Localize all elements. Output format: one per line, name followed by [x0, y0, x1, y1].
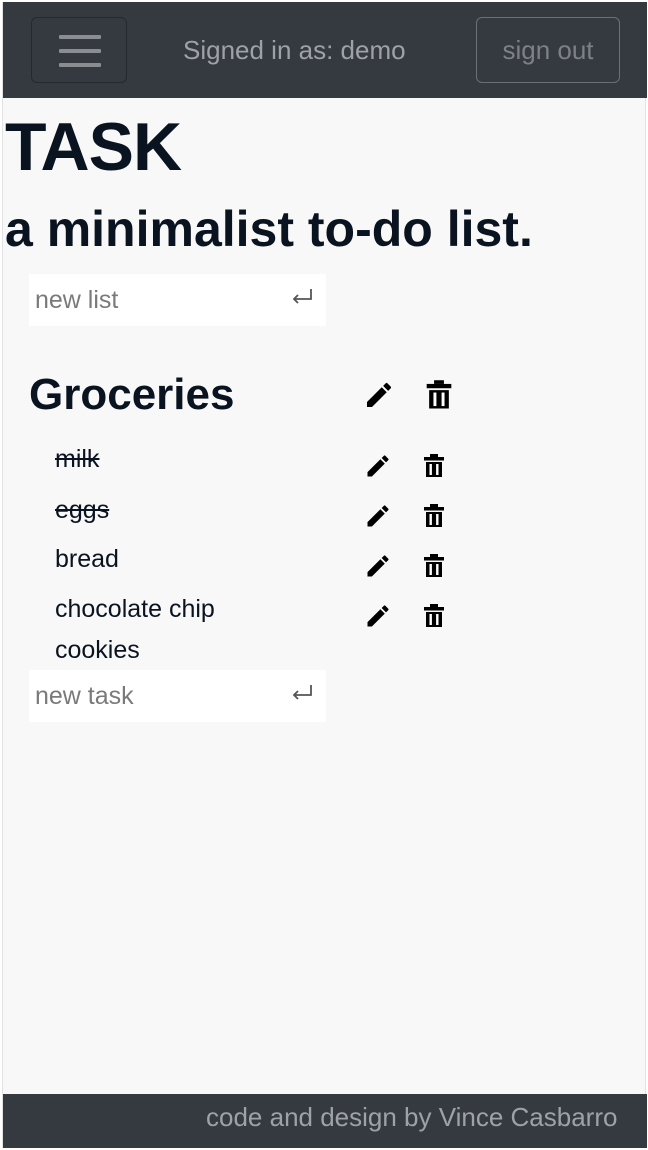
edit-task-pencil-icon[interactable] — [364, 502, 392, 530]
task-item[interactable]: bread — [55, 539, 119, 580]
enter-icon[interactable] — [290, 682, 314, 706]
new-list-input[interactable] — [29, 274, 289, 326]
page-title: TASK — [5, 109, 182, 185]
delete-list-trash-icon[interactable] — [424, 379, 454, 411]
hamburger-icon — [59, 35, 101, 39]
task-item[interactable]: eggs — [55, 490, 109, 531]
hamburger-icon — [59, 63, 101, 67]
footer-credit: code and design by Vince Casbarro — [206, 1102, 618, 1132]
signed-in-label: Signed in as: demo — [183, 35, 406, 65]
top-navbar: Signed in as: demo sign out — [3, 2, 647, 98]
task-item[interactable]: chocolate chip cookies — [55, 589, 285, 671]
enter-icon[interactable] — [290, 286, 314, 310]
new-task-input[interactable] — [29, 670, 289, 722]
new-list-field — [29, 274, 326, 326]
edit-list-pencil-icon[interactable] — [363, 379, 395, 411]
task-item[interactable]: milk — [55, 439, 99, 480]
edit-task-pencil-icon[interactable] — [364, 552, 392, 580]
delete-task-trash-icon[interactable] — [422, 452, 446, 480]
delete-task-trash-icon[interactable] — [422, 602, 446, 630]
edit-task-pencil-icon[interactable] — [364, 602, 392, 630]
delete-task-trash-icon[interactable] — [422, 552, 446, 580]
app-frame: Signed in as: demo sign out TASK a minim… — [2, 2, 647, 1148]
delete-task-trash-icon[interactable] — [422, 502, 446, 530]
menu-toggle-button[interactable] — [31, 17, 127, 83]
footer: code and design by Vince Casbarro — [3, 1094, 647, 1148]
list-title: Groceries — [29, 370, 235, 419]
new-task-field — [29, 670, 326, 722]
page-subtitle: a minimalist to-do list. — [5, 201, 533, 257]
sign-out-button[interactable]: sign out — [476, 17, 620, 83]
edit-task-pencil-icon[interactable] — [364, 452, 392, 480]
hamburger-icon — [59, 49, 101, 53]
